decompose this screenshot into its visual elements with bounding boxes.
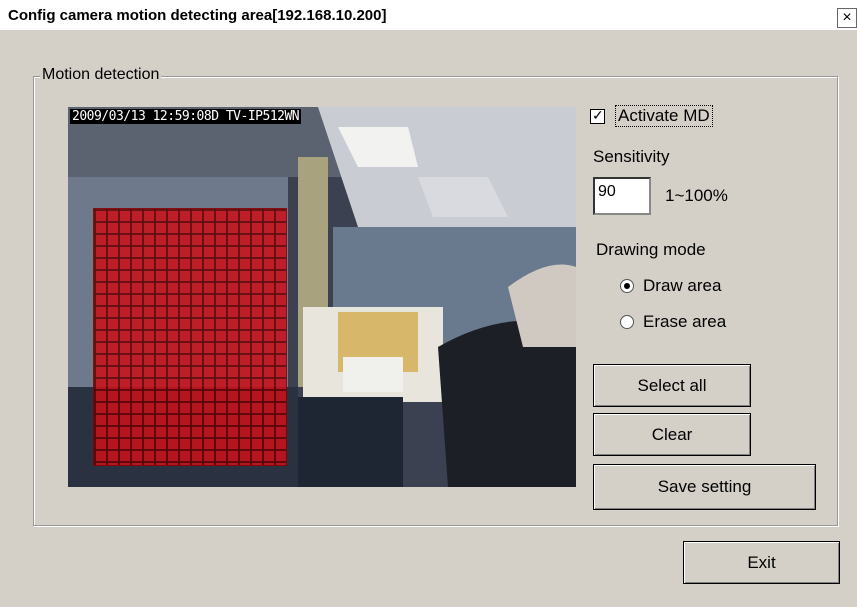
dialog-window: Config camera motion detecting area[192.… [0,0,857,607]
erase-area-label[interactable]: Erase area [643,312,726,332]
activate-md-row[interactable]: ✓ Activate MD [590,105,713,127]
drawing-mode-label: Drawing mode [596,240,706,259]
draw-area-option[interactable]: Draw area [620,276,721,296]
erase-area-option[interactable]: Erase area [620,312,726,332]
erase-area-radio[interactable] [620,315,634,329]
draw-area-label[interactable]: Draw area [643,276,721,296]
checkmark-icon: ✓ [592,106,604,123]
camera-video-view[interactable]: 2009/03/13 12:59:08D TV-IP512WN [68,107,576,487]
select-all-button[interactable]: Select all [593,364,751,407]
sensitivity-input[interactable]: 90 [593,177,651,215]
video-timestamp-overlay: 2009/03/13 12:59:08D TV-IP512WN [70,109,302,124]
sensitivity-label: Sensitivity [593,147,670,166]
window-title: Config camera motion detecting area[192.… [8,7,387,24]
radio-selected-dot [624,283,630,289]
group-label: Motion detection [40,66,162,84]
motion-detection-area-grid[interactable] [93,208,287,466]
save-setting-button[interactable]: Save setting [593,464,816,510]
close-icon[interactable]: × [837,8,857,28]
exit-button[interactable]: Exit [683,541,840,584]
title-bar[interactable]: Config camera motion detecting area[192.… [0,0,857,30]
activate-md-label[interactable]: Activate MD [615,105,713,127]
draw-area-radio[interactable] [620,279,634,293]
clear-button[interactable]: Clear [593,413,751,456]
sensitivity-range-text: 1~100% [665,186,728,205]
activate-md-checkbox[interactable]: ✓ [590,106,605,124]
